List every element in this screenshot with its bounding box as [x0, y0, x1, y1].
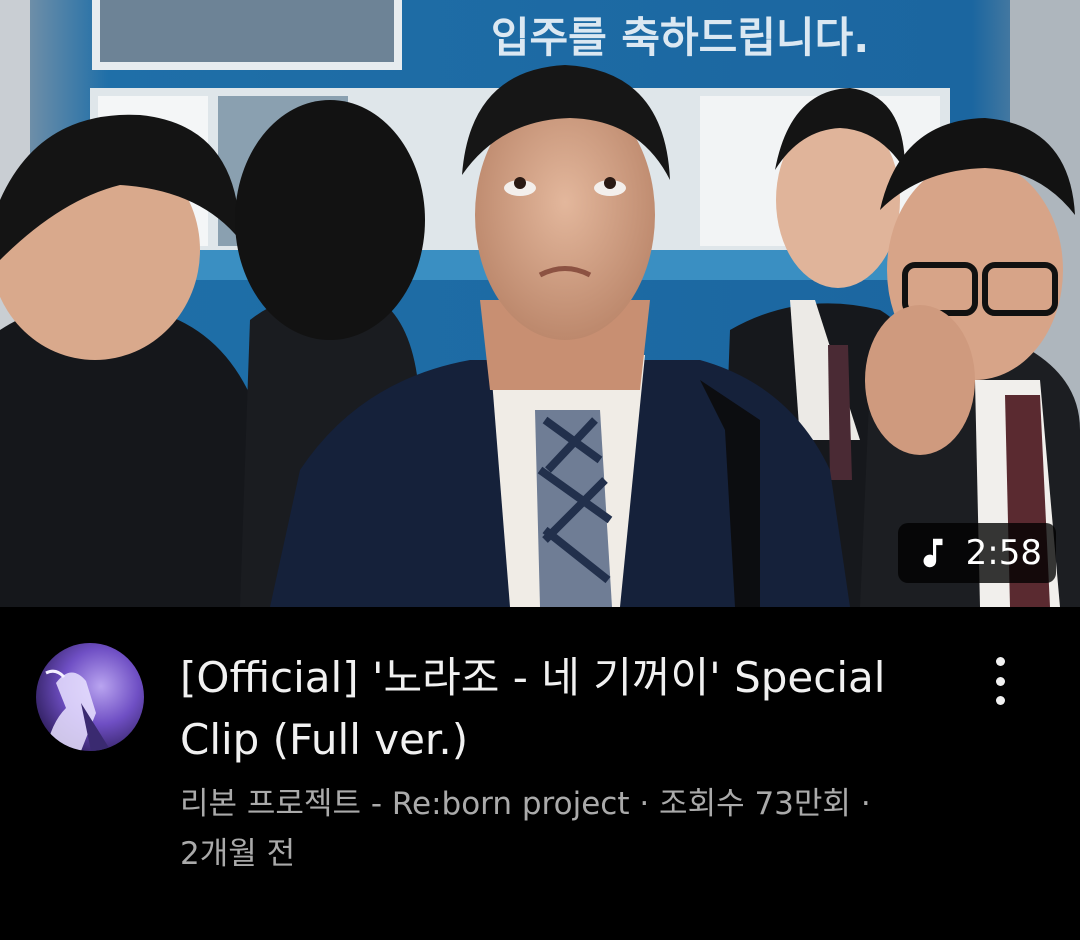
video-title[interactable]: [Official] '노라조 - 네 기꺼이' Special Clip (F… — [180, 647, 920, 771]
more-vertical-icon[interactable] — [982, 651, 1018, 711]
duration-text: 2:58 — [965, 533, 1042, 573]
view-count: 조회수 73만회 — [659, 786, 851, 822]
channel-avatar[interactable] — [36, 643, 144, 751]
duration-badge: 2:58 — [897, 523, 1056, 583]
upload-age: 2개월 전 — [180, 836, 296, 872]
video-metadata: 리본 프로젝트 - Re:born project · 조회수 73만회 · 2… — [180, 779, 940, 879]
separator: · — [639, 786, 650, 822]
video-thumbnail[interactable]: 입주를 축하드립니다. 2:58 — [0, 0, 1080, 607]
separator: · — [860, 786, 871, 822]
channel-name[interactable]: 리본 프로젝트 - Re:born project — [180, 786, 629, 822]
video-info[interactable]: [Official] '노라조 - 네 기꺼이' Special Clip (F… — [0, 607, 1080, 940]
thumbnail-scene: 입주를 축하드립니다. — [0, 0, 1080, 607]
music-note-icon — [923, 538, 943, 568]
banner-text: 입주를 축하드립니다. — [491, 13, 869, 62]
